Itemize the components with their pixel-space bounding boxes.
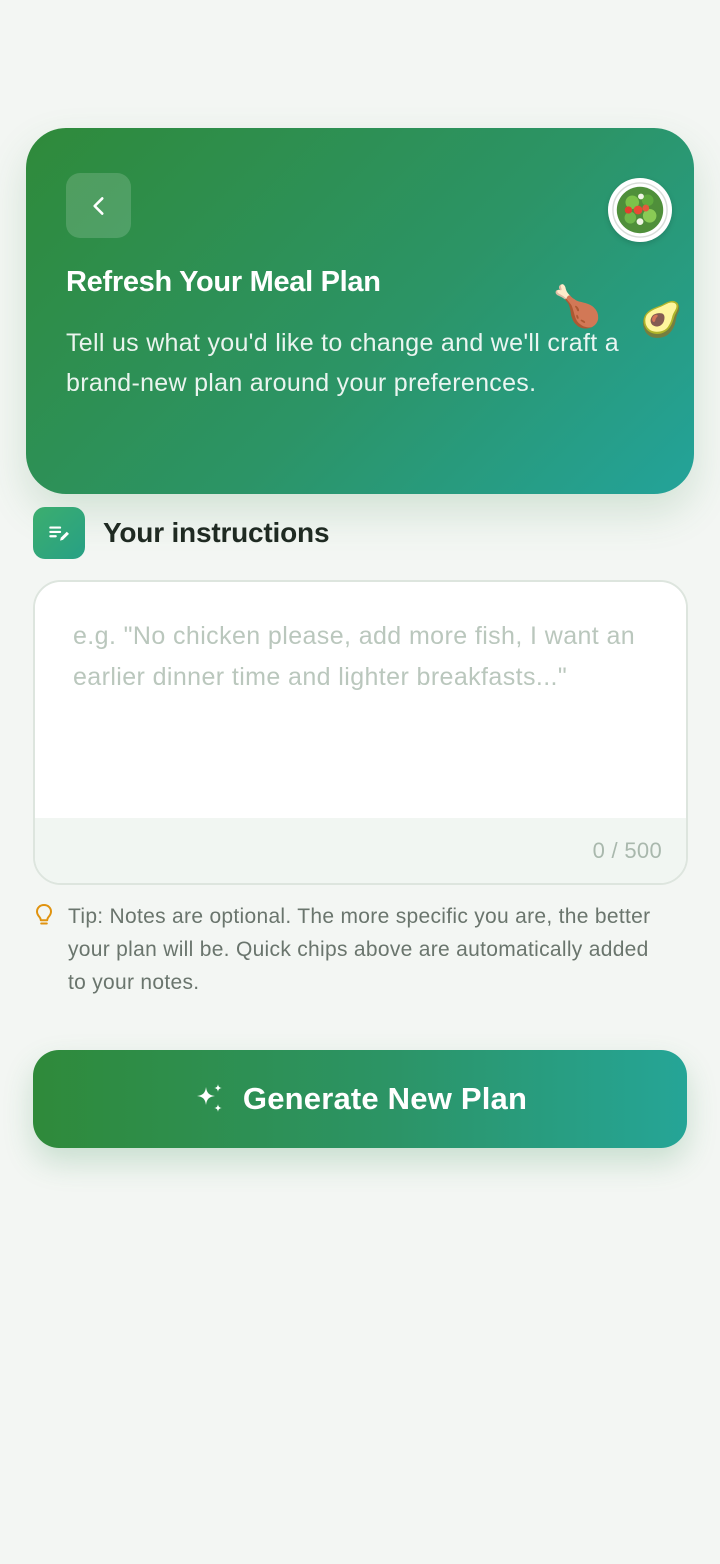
lightbulb-icon: [36, 904, 52, 925]
character-count: 0 / 500: [592, 838, 662, 863]
instructions-input[interactable]: [35, 582, 686, 818]
instructions-header: Your instructions: [33, 507, 330, 559]
avocado-icon: 🥑: [640, 300, 683, 340]
sparkles-icon: [196, 1084, 222, 1112]
page-title: Refresh Your Meal Plan: [66, 266, 381, 298]
chevron-left-icon: [92, 196, 104, 215]
generate-button-label: Generate New Plan: [242, 1081, 528, 1116]
avatar: [608, 178, 672, 242]
back-button[interactable]: [66, 173, 131, 238]
generate-plan-button[interactable]: Generate New Plan: [33, 1050, 687, 1148]
edit-notes-icon: [33, 507, 85, 559]
instructions-footer: 0 / 500: [35, 818, 686, 883]
section-title: Your instructions: [103, 517, 330, 548]
instructions-card: 0 / 500: [33, 580, 688, 885]
chicken-leg-icon: 🍗: [552, 284, 602, 330]
page-description: Tell us what you'd like to change and we…: [66, 329, 619, 397]
header-card: Refresh Your Meal Plan Tell us what you'…: [26, 128, 694, 494]
tip-text: Tip: Notes are optional. The more specif…: [68, 905, 651, 994]
salad-bowl-icon: [612, 182, 668, 238]
